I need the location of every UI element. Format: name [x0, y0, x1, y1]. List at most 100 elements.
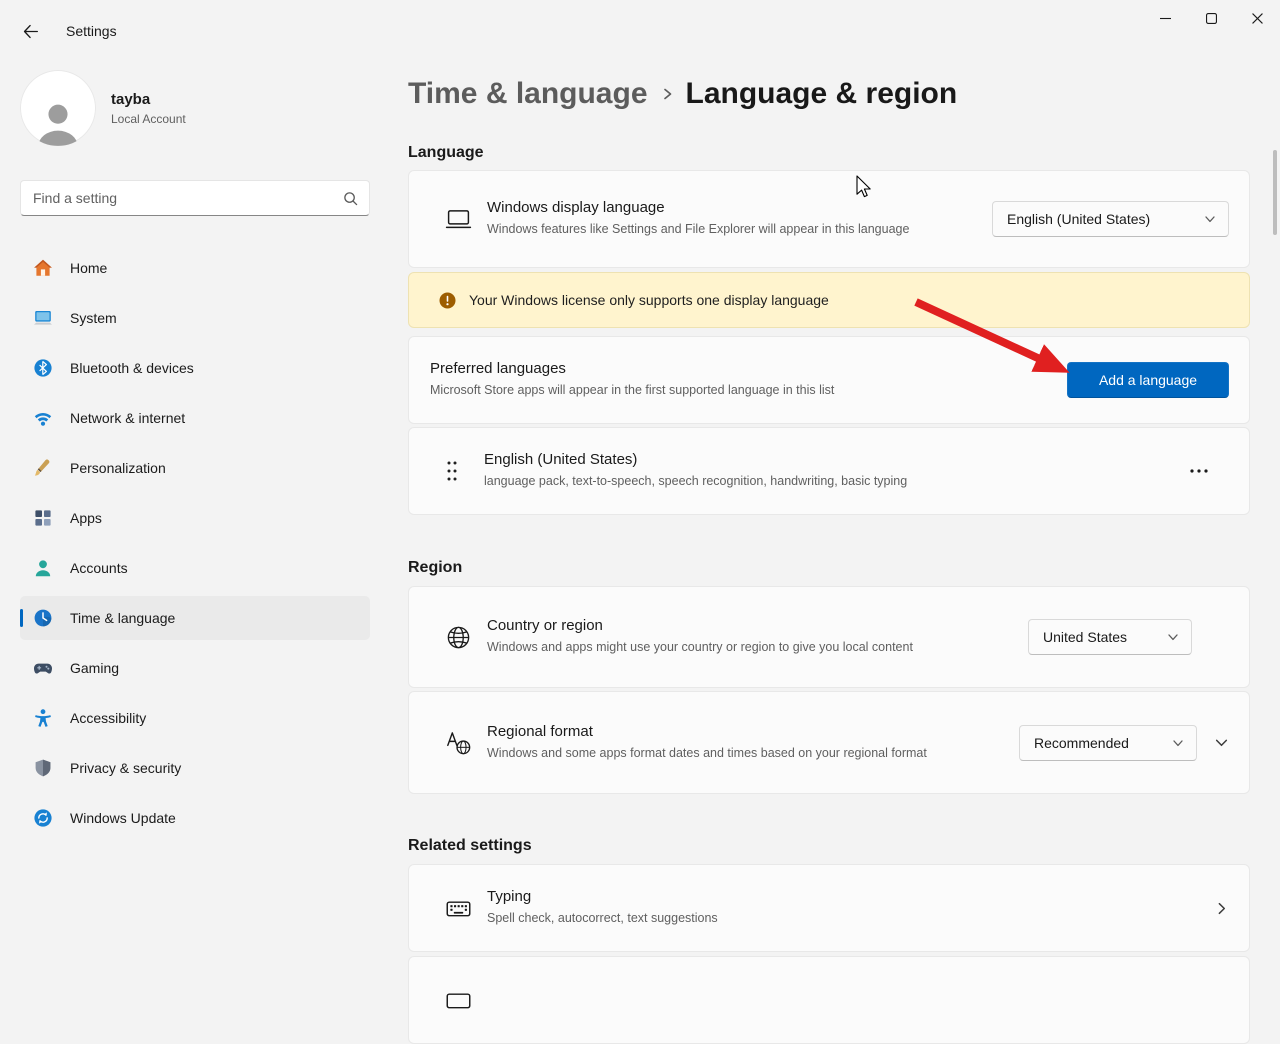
setting-description: Microsoft Store apps will appear in the …	[430, 381, 834, 400]
sidebar-nav: Home System Bluetooth & devices Network …	[20, 246, 370, 846]
sidebar-item-label: Time & language	[70, 610, 175, 626]
regional-format-dropdown[interactable]: Recommended	[1019, 725, 1197, 761]
sidebar-item-home[interactable]: Home	[20, 246, 370, 290]
sidebar-item-label: Bluetooth & devices	[70, 360, 194, 376]
setting-description: Windows features like Settings and File …	[487, 220, 909, 239]
chevron-right-icon	[1214, 901, 1229, 916]
sidebar-item-gaming[interactable]: Gaming	[20, 646, 370, 690]
drag-handle-icon[interactable]	[445, 458, 459, 484]
sidebar-item-network-internet[interactable]: Network & internet	[20, 396, 370, 440]
update-refresh-icon	[33, 808, 53, 828]
system-icon	[33, 308, 53, 328]
paintbrush-icon	[33, 458, 53, 478]
window-controls	[1142, 0, 1280, 36]
sidebar-item-label: Personalization	[70, 460, 166, 476]
sidebar-item-label: Home	[70, 260, 107, 276]
setting-title: Typing	[487, 888, 718, 905]
sidebar-item-accounts[interactable]: Accounts	[20, 546, 370, 590]
setting-title: Preferred languages	[430, 360, 834, 377]
setting-title: Regional format	[487, 723, 927, 740]
avatar	[20, 70, 96, 146]
user-profile[interactable]: tayba Local Account	[20, 70, 186, 146]
minimize-icon	[1160, 13, 1171, 24]
sidebar-item-accessibility[interactable]: Accessibility	[20, 696, 370, 740]
sidebar-item-windows-update[interactable]: Windows Update	[20, 796, 370, 840]
more-icon	[1189, 468, 1209, 474]
user-name: tayba	[111, 91, 186, 108]
bluetooth-icon	[33, 358, 53, 378]
chevron-down-icon	[1214, 735, 1229, 750]
partial-settings-card[interactable]	[408, 956, 1250, 1044]
installed-language-row: English (United States) language pack, t…	[408, 427, 1250, 515]
warning-icon	[439, 292, 456, 309]
breadcrumb-parent[interactable]: Time & language	[408, 77, 648, 111]
sidebar-item-personalization[interactable]: Personalization	[20, 446, 370, 490]
language-features: language pack, text-to-speech, speech re…	[484, 472, 907, 491]
sidebar-item-label: Accounts	[70, 560, 128, 576]
expand-card-button[interactable]	[1213, 735, 1229, 751]
sidebar-item-label: Accessibility	[70, 710, 146, 726]
add-language-button[interactable]: Add a language	[1067, 362, 1229, 398]
sidebar-item-label: Apps	[70, 510, 102, 526]
section-title-related: Related settings	[408, 837, 1250, 855]
dropdown-value: English (United States)	[1007, 211, 1150, 227]
typing-card[interactable]: Typing Spell check, autocorrect, text su…	[408, 864, 1250, 952]
clock-language-icon	[33, 608, 53, 628]
setting-description: Windows and some apps format dates and t…	[487, 744, 927, 763]
minimize-button[interactable]	[1142, 0, 1188, 36]
sidebar-item-bluetooth-devices[interactable]: Bluetooth & devices	[20, 346, 370, 390]
setting-description: Windows and apps might use your country …	[487, 638, 913, 657]
regional-format-card: Regional format Windows and some apps fo…	[408, 691, 1250, 794]
sidebar-item-label: Network & internet	[70, 410, 185, 426]
country-dropdown[interactable]: United States	[1028, 619, 1192, 655]
sidebar-item-system[interactable]: System	[20, 296, 370, 340]
sidebar-item-label: Gaming	[70, 660, 119, 676]
back-arrow-icon	[22, 23, 39, 40]
sidebar-item-label: Privacy & security	[70, 760, 181, 776]
back-button[interactable]	[10, 13, 50, 49]
dropdown-value: Recommended	[1034, 735, 1129, 751]
main-content: Time & language Language & region Langua…	[408, 48, 1250, 1000]
accessibility-person-icon	[33, 708, 53, 728]
titlebar: Settings	[0, 0, 1280, 48]
page-title: Language & region	[686, 77, 958, 111]
sidebar-item-apps[interactable]: Apps	[20, 496, 370, 540]
partial-card-icon	[445, 987, 472, 1014]
sidebar-item-time-language[interactable]: Time & language	[20, 596, 370, 640]
setting-title: Windows display language	[487, 199, 909, 216]
keyboard-icon	[445, 895, 472, 922]
selected-indicator	[20, 609, 23, 627]
home-icon	[33, 258, 53, 278]
search-input[interactable]	[21, 181, 369, 215]
shield-icon	[33, 758, 53, 778]
sidebar: tayba Local Account Home System Bluetoot…	[0, 48, 390, 1000]
section-title-region: Region	[408, 559, 1250, 577]
setting-description: Spell check, autocorrect, text suggestio…	[487, 909, 718, 928]
sidebar-item-label: System	[70, 310, 117, 326]
breadcrumb-chevron-icon	[660, 86, 674, 102]
display-language-card: Windows display language Windows feature…	[408, 170, 1250, 268]
display-icon	[445, 206, 472, 233]
close-button[interactable]	[1234, 0, 1280, 36]
dropdown-value: United States	[1043, 629, 1127, 645]
preferred-languages-card: Preferred languages Microsoft Store apps…	[408, 336, 1250, 424]
person-icon	[33, 558, 53, 578]
warning-text: Your Windows license only supports one d…	[469, 292, 829, 308]
close-icon	[1252, 13, 1263, 24]
display-language-dropdown[interactable]: English (United States)	[992, 201, 1229, 237]
chevron-down-icon	[1204, 213, 1216, 225]
language-name: English (United States)	[484, 451, 907, 468]
wifi-icon	[33, 408, 53, 428]
section-title-language: Language	[408, 144, 1250, 162]
scrollbar-thumb[interactable]	[1273, 150, 1277, 235]
globe-icon	[445, 624, 472, 651]
sidebar-item-privacy-security[interactable]: Privacy & security	[20, 746, 370, 790]
more-options-button[interactable]	[1183, 459, 1215, 483]
breadcrumb: Time & language Language & region	[408, 74, 1250, 114]
game-controller-icon	[33, 658, 53, 678]
maximize-icon	[1206, 13, 1217, 24]
maximize-button[interactable]	[1188, 0, 1234, 36]
country-region-card: Country or region Windows and apps might…	[408, 586, 1250, 688]
setting-title: Country or region	[487, 617, 913, 634]
license-warning-banner: Your Windows license only supports one d…	[408, 272, 1250, 328]
